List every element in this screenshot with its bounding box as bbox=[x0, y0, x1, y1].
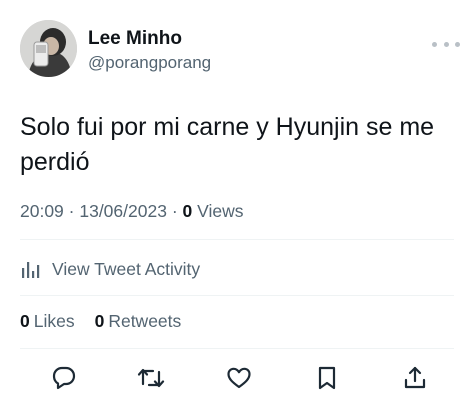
retweets-count: 0 bbox=[94, 311, 105, 331]
divider bbox=[20, 348, 454, 349]
tweet-header: Lee Minho @porangporang bbox=[20, 18, 460, 78]
retweets-label: Retweets bbox=[108, 311, 182, 331]
view-activity-link[interactable]: View Tweet Activity bbox=[20, 257, 200, 281]
likes-count: 0 bbox=[20, 311, 30, 331]
author-name[interactable]: Lee Minho bbox=[88, 28, 182, 50]
divider bbox=[20, 239, 454, 240]
action-bar bbox=[20, 363, 454, 393]
tweet-stats: 0 Likes 0 Retweets bbox=[20, 311, 201, 332]
bar-chart-icon bbox=[22, 262, 40, 278]
share-icon[interactable] bbox=[400, 363, 430, 393]
tweet-meta: 20:09 · 13/06/2023 · 0 Views bbox=[20, 201, 243, 222]
likes-label: Likes bbox=[33, 311, 75, 331]
retweets-stat[interactable]: 0 Retweets bbox=[95, 311, 182, 332]
tweet-time[interactable]: 20:09 bbox=[20, 201, 64, 221]
likes-stat[interactable]: 0 Likes bbox=[20, 311, 75, 332]
meta-separator: · bbox=[63, 201, 80, 221]
views-label: Views bbox=[192, 201, 244, 221]
tweet-text: Solo fui por mi carne y Hyunjin se me pe… bbox=[20, 113, 435, 176]
views-count: 0 bbox=[182, 201, 193, 221]
author-handle[interactable]: @porangporang bbox=[88, 53, 211, 73]
more-dots-icon[interactable] bbox=[432, 34, 460, 54]
tweet-date[interactable]: 13/06/2023 bbox=[79, 201, 167, 221]
avatar[interactable] bbox=[20, 20, 77, 77]
meta-separator: · bbox=[166, 201, 183, 221]
reply-icon[interactable] bbox=[49, 363, 79, 393]
retweet-icon[interactable] bbox=[136, 363, 166, 393]
bookmark-icon[interactable] bbox=[312, 363, 342, 393]
divider bbox=[20, 295, 454, 296]
view-activity-label: View Tweet Activity bbox=[52, 258, 201, 279]
heart-icon[interactable] bbox=[224, 363, 254, 393]
